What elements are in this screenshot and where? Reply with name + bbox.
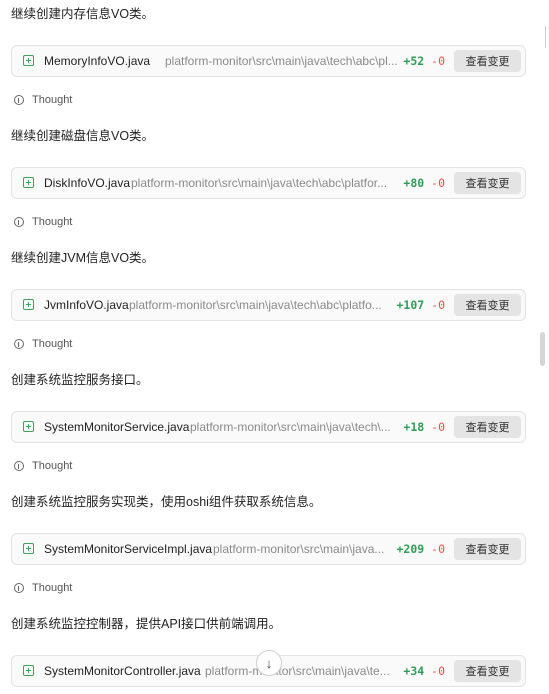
deletions-count: -0 [431, 542, 445, 556]
deletions-count: -0 [431, 420, 445, 434]
view-changes-button[interactable]: 查看变更 [454, 538, 521, 560]
thought-label: Thought [32, 582, 73, 594]
assistant-message: 创建系统监控服务接口。 [11, 373, 149, 387]
assistant-message: 继续创建磁盘信息VO类。 [11, 129, 155, 143]
file-added-icon [23, 665, 34, 676]
assistant-message: 继续创建内存信息VO类。 [11, 7, 155, 21]
deletions-count: -0 [431, 664, 445, 678]
file-name[interactable]: SystemMonitorController.java [44, 664, 201, 678]
file-added-icon [23, 421, 34, 432]
diff-stats: +34 -0 [403, 664, 445, 678]
file-added-icon [23, 55, 34, 66]
info-icon [14, 461, 24, 471]
thought-label: Thought [32, 216, 73, 228]
file-change-card[interactable]: DiskInfoVO.java platform-monitor\src\mai… [11, 167, 526, 199]
assistant-message: 继续创建JVM信息VO类。 [11, 251, 155, 265]
info-icon [14, 339, 24, 349]
file-path: platform-monitor\src\main\java\te... [205, 664, 390, 678]
file-added-icon [23, 543, 34, 554]
assistant-message: 创建系统监控服务实现类，使用oshi组件获取系统信息。 [11, 495, 322, 509]
diff-stats: +209 -0 [397, 542, 446, 556]
file-path: platform-monitor\src\main\java\tech\... [190, 420, 391, 434]
diff-stats: +80 -0 [403, 176, 445, 190]
file-name[interactable]: JvmInfoVO.java [44, 298, 129, 312]
info-icon [14, 95, 24, 105]
thought-label: Thought [32, 460, 73, 472]
thought-label: Thought [32, 338, 73, 350]
file-change-card[interactable]: SystemMonitorServiceImpl.java platform-m… [11, 533, 526, 565]
file-change-card[interactable]: MemoryInfoVO.java platform-monitor\src\m… [11, 45, 526, 77]
additions-count: +18 [403, 420, 425, 434]
deletions-count: -0 [431, 176, 445, 190]
info-icon [14, 217, 24, 227]
diff-stats: +18 -0 [403, 420, 445, 434]
file-name[interactable]: SystemMonitorService.java [44, 420, 189, 434]
additions-count: +209 [396, 542, 425, 556]
chat-log: 继续创建内存信息VO类。 MemoryInfoVO.java platform-… [0, 0, 549, 694]
deletions-count: -0 [431, 54, 445, 68]
scrollbar-thumb[interactable] [540, 332, 545, 366]
additions-count: +107 [396, 298, 425, 312]
assistant-message: 创建系统监控控制器，提供API接口供前端调用。 [11, 617, 282, 631]
thought-toggle[interactable]: Thought [14, 460, 72, 472]
file-path: platform-monitor\src\main\java\tech\abc\… [129, 298, 382, 312]
diff-stats: +107 -0 [397, 298, 446, 312]
info-icon [14, 583, 24, 593]
thought-label: Thought [32, 94, 73, 106]
file-added-icon [23, 299, 34, 310]
view-changes-button[interactable]: 查看变更 [454, 416, 521, 438]
diff-stats: +52 -0 [403, 54, 445, 68]
file-name[interactable]: MemoryInfoVO.java [44, 54, 150, 68]
file-path: platform-monitor\src\main\java\tech\abc\… [165, 54, 398, 68]
file-name[interactable]: SystemMonitorServiceImpl.java [44, 542, 212, 556]
thought-toggle[interactable]: Thought [14, 216, 72, 228]
deletions-count: -0 [431, 298, 445, 312]
file-name[interactable]: DiskInfoVO.java [44, 176, 130, 190]
file-added-icon [23, 177, 34, 188]
file-path: platform-monitor\src\main\java... [213, 542, 385, 556]
thought-toggle[interactable]: Thought [14, 582, 72, 594]
file-path: platform-monitor\src\main\java\tech\abc\… [131, 176, 388, 190]
view-changes-button[interactable]: 查看变更 [454, 660, 521, 682]
arrow-down-icon[interactable]: ↓ [256, 650, 282, 676]
window-edge [545, 26, 549, 48]
thought-toggle[interactable]: Thought [14, 338, 72, 350]
additions-count: +52 [403, 54, 425, 68]
file-change-card[interactable]: JvmInfoVO.java platform-monitor\src\main… [11, 289, 526, 321]
file-change-card[interactable]: SystemMonitorService.java platform-monit… [11, 411, 526, 443]
view-changes-button[interactable]: 查看变更 [454, 50, 521, 72]
additions-count: +80 [403, 176, 425, 190]
view-changes-button[interactable]: 查看变更 [454, 294, 521, 316]
thought-toggle[interactable]: Thought [14, 94, 72, 106]
view-changes-button[interactable]: 查看变更 [454, 172, 521, 194]
additions-count: +34 [403, 664, 425, 678]
